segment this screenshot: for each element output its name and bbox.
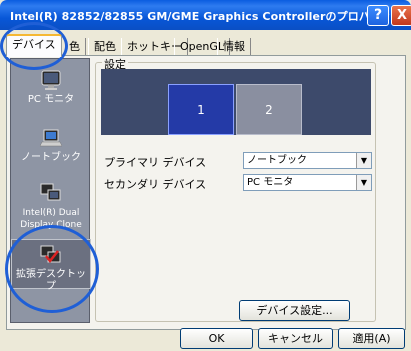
ok-button[interactable]: OK <box>180 328 253 349</box>
tab-device[interactable]: デバイス <box>6 34 62 57</box>
device-label: ノートブック <box>21 152 81 163</box>
apply-button[interactable]: 適用(A) <box>338 328 405 349</box>
cancel-button[interactable]: キャンセル <box>258 328 333 349</box>
device-label: PC モニタ <box>27 94 75 105</box>
close-button[interactable]: X <box>391 5 411 26</box>
primary-device-label: プライマリ デバイス <box>104 156 207 169</box>
chevron-down-icon[interactable]: ▼ <box>356 175 371 190</box>
secondary-device-value: PC モニタ <box>247 177 294 188</box>
chevron-down-icon[interactable]: ▼ <box>356 153 371 168</box>
monitor-2[interactable]: 2 <box>236 84 302 135</box>
primary-device-value: ノートブック <box>247 155 307 166</box>
laptop-icon <box>40 129 62 147</box>
primary-device-select[interactable]: ノートブック ▼ <box>243 152 372 169</box>
help-button[interactable]: ? <box>367 5 389 26</box>
title-bar[interactable]: Intel(R) 82852/82855 GM/GME Graphics Con… <box>0 0 411 30</box>
highlight-circle-extended-desktop <box>5 225 99 313</box>
tab-info[interactable]: 情報 <box>217 38 251 56</box>
monitor-1[interactable]: 1 <box>168 84 234 135</box>
monitor-icon <box>41 70 61 90</box>
device-settings-button[interactable]: デバイス設定... <box>239 300 350 321</box>
window-title: Intel(R) 82852/82855 GM/GME Graphics Con… <box>10 10 392 23</box>
secondary-device-select[interactable]: PC モニタ ▼ <box>243 174 372 191</box>
device-item-notebook[interactable]: ノートブック <box>11 127 91 164</box>
device-item-dual-display-clone[interactable]: Intel(R) Dual Display Clone <box>11 182 91 231</box>
tab-color-scheme[interactable]: 配色 <box>88 38 122 56</box>
device-item-pc-monitor[interactable]: PC モニタ <box>11 69 91 106</box>
secondary-device-label: セカンダリ デバイス <box>104 178 207 191</box>
dual-display-clone-icon <box>40 183 61 201</box>
